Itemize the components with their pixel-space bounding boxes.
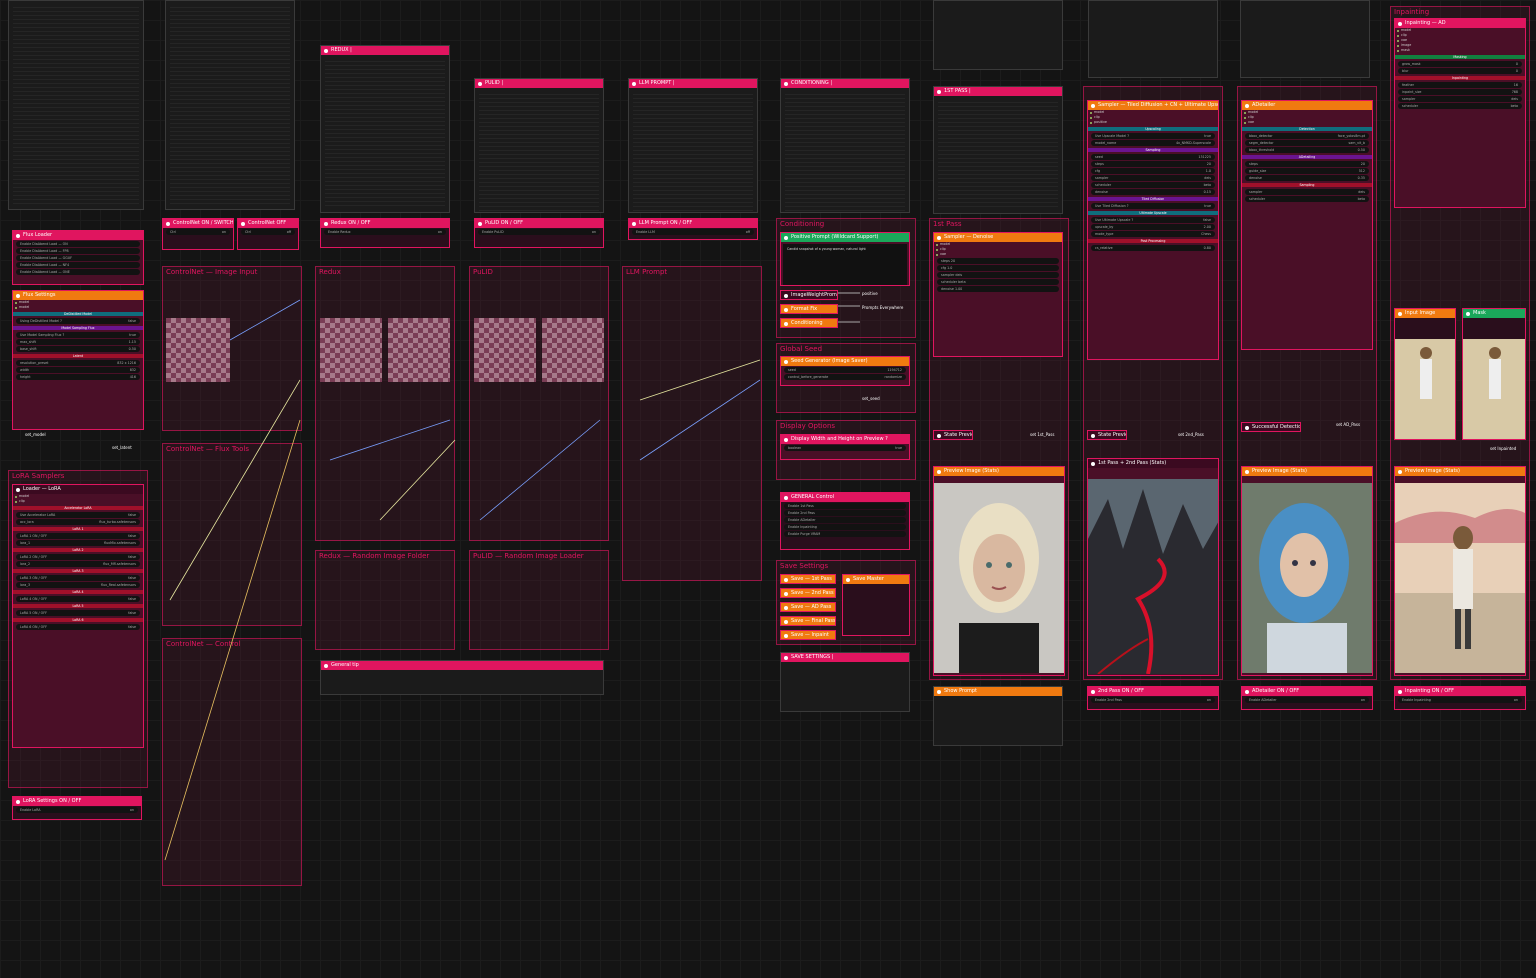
controlnet-off-node[interactable]: ControlNet OFF Ctrl off (237, 218, 299, 250)
save-ad-pass-node[interactable]: Save — AD Pass (780, 602, 836, 612)
show-prompt-node[interactable]: Show Prompt (933, 686, 1063, 746)
sampler-denoise-node[interactable]: Sampler — Denoise model clip vae steps 2… (933, 232, 1063, 357)
group-llm[interactable]: LLM Prompt (622, 266, 762, 581)
group-pulid-folder[interactable]: PuLID — Random Image Loader (469, 550, 609, 650)
pulid-image-preview-1 (474, 318, 536, 382)
format-fix-node[interactable]: Format Fix (780, 304, 838, 314)
preview-image-inpaint-node[interactable]: Preview Image (Stats) (1394, 466, 1526, 676)
llm-onoff-node[interactable]: LLM Prompt ON / OFF Enable LLM off (628, 218, 758, 240)
seed-generator-node[interactable]: Seed Generator (Image Saver) seed 1194712… (780, 356, 910, 386)
general-control-node[interactable]: GENERAL Control Enable 1st Pass Enable 2… (780, 492, 910, 550)
adetailer-node[interactable]: ADetailer model clip vae Detection bbox_… (1241, 100, 1373, 350)
set-model-label: set_model (25, 432, 46, 437)
controlnet-image-preview (166, 318, 230, 382)
note-node-redux[interactable]: REDUX | (320, 45, 450, 213)
note-node-top-b[interactable] (1088, 0, 1218, 78)
display-node[interactable]: Display Width and Height on Preview ? bo… (780, 434, 910, 460)
note-node-top-c[interactable] (1240, 0, 1370, 78)
successful-detection-node[interactable]: Successful Detection ? (1241, 422, 1301, 432)
comic-image-desert (1395, 483, 1525, 673)
save-final-node[interactable]: Save — Final Pass (780, 616, 836, 626)
switch-row[interactable]: Ctrl on (166, 229, 230, 235)
save-1st-pass-node[interactable]: Save — 1st Pass (780, 574, 836, 584)
redux-onoff-node[interactable]: Redux ON / OFF Enable Redux on (320, 218, 450, 248)
portrait-image-bluehair (1242, 483, 1372, 673)
preview-image-ad-node[interactable]: Preview Image (Stats) (1241, 466, 1373, 676)
adetailer-onoff-node[interactable]: ADetailer ON / OFF Enable ADetailer on (1241, 686, 1373, 710)
mask-node[interactable]: Mask (1462, 308, 1526, 440)
state-preview-2[interactable]: State Preview (1087, 430, 1127, 440)
save-settings-note[interactable]: SAVE SETTINGS | (780, 652, 910, 712)
redux-image-preview-1 (320, 318, 382, 382)
note-node-flux[interactable] (165, 0, 295, 210)
redux-image-preview-2 (388, 318, 450, 382)
inpainting-onoff-node[interactable]: Inpainting ON / OFF Enable Inpainting on (1394, 686, 1526, 710)
note-node-pulid[interactable]: PULID | (474, 78, 604, 213)
preview-image-1st-node[interactable]: Preview Image (Stats) (933, 466, 1065, 676)
general-tip-node[interactable]: General tip (320, 660, 604, 695)
controlnet-switch-node[interactable]: ControlNet ON / SWITCH Ctrl on (162, 218, 234, 250)
lora-loader-node[interactable]: Loader — LoRA model clip Accelerator LoR… (12, 484, 144, 748)
save-master-node[interactable]: Save Master (842, 574, 910, 636)
group-controlnet-ctrl[interactable]: ControlNet — Control (162, 638, 302, 886)
group-redux[interactable]: Redux (315, 266, 455, 541)
save-inpaint-node[interactable]: Save — Inpaint (780, 630, 836, 640)
conditioning-node[interactable]: Conditioning (780, 318, 838, 328)
pass2-onoff-node[interactable]: 2nd Pass ON / OFF Enable 2nd Pass on (1087, 686, 1219, 710)
note-text (9, 1, 143, 207)
inpainting-node[interactable]: Inpainting — AD model clip vae image mas… (1394, 18, 1526, 208)
group-redux-folder[interactable]: Redux — Random Image Folder (315, 550, 455, 650)
flux-settings-node[interactable]: Flux Settings model model DeDistilled Mo… (12, 290, 144, 430)
pulid-onoff-node[interactable]: PuLID ON / OFF Enable PuLID on (474, 218, 604, 248)
save-2nd-pass-node[interactable]: Save — 2nd Pass (780, 588, 836, 598)
note-node-conditioning[interactable]: CONDITIONING | (780, 78, 910, 213)
note-node-settings[interactable] (8, 0, 144, 210)
landscape-image-lava (1088, 479, 1218, 674)
positive-prompt-node[interactable]: Positive Prompt (Wildcard Support) Candi… (780, 232, 910, 286)
group-pulid[interactable]: PuLID (469, 266, 609, 541)
note-node-top-a[interactable] (933, 0, 1063, 70)
sampler-tiled-node[interactable]: Sampler — Tiled Diffusion + CN + Ultimat… (1087, 100, 1219, 360)
lora-settings-node[interactable]: LoRA Settings ON / OFF Enable LoRA on (12, 796, 142, 820)
note-node-llm[interactable]: LLM PROMPT | (628, 78, 758, 213)
flux-loader-node[interactable]: Flux Loader Enable DiaAbend Load — ON En… (12, 230, 144, 285)
pulid-image-preview-2 (542, 318, 604, 382)
preview-image-2nd-node[interactable]: 1st Pass + 2nd Pass (Stats) (1087, 458, 1219, 676)
image-weight-node[interactable]: ImageWeightPrompts (780, 290, 838, 300)
input-image-node[interactable]: Input Image (1394, 308, 1456, 440)
group-controlnet-flux[interactable]: ControlNet — Flux Tools (162, 443, 302, 626)
state-preview-1[interactable]: State Preview (933, 430, 973, 440)
portrait-image-blonde (934, 483, 1064, 673)
note-node-1st-pass[interactable]: 1ST PASS | (933, 86, 1063, 214)
set-latent-label: set_latent (112, 445, 132, 450)
